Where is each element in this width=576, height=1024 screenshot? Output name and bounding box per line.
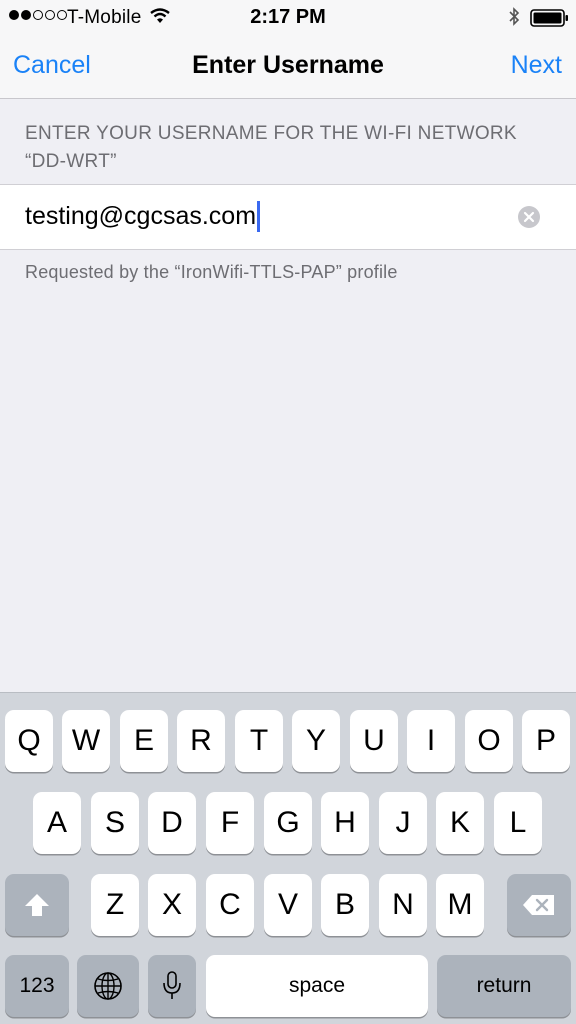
key-r[interactable]: R — [177, 710, 225, 772]
section-header: ENTER YOUR USERNAME FOR THE WI-FI NETWOR… — [25, 120, 555, 176]
clear-icon — [523, 211, 535, 223]
key-y[interactable]: Y — [292, 710, 340, 772]
battery-icon — [530, 9, 570, 32]
screen: T-Mobile 2:17 PM Cancel Enter Username N… — [0, 0, 576, 1024]
key-w[interactable]: W — [62, 710, 110, 772]
key-k[interactable]: K — [436, 792, 484, 854]
keyboard: Q W E R T Y U I O P A S D F G H J K L Z … — [0, 692, 576, 1024]
delete-key[interactable] — [507, 874, 571, 936]
key-v[interactable]: V — [264, 874, 312, 936]
globe-icon — [94, 972, 122, 1000]
key-f[interactable]: F — [206, 792, 254, 854]
status-bar: T-Mobile 2:17 PM — [0, 0, 576, 40]
key-s[interactable]: S — [91, 792, 139, 854]
key-d[interactable]: D — [148, 792, 196, 854]
key-x[interactable]: X — [148, 874, 196, 936]
key-q[interactable]: Q — [5, 710, 53, 772]
section-header-line1: ENTER YOUR USERNAME FOR THE WI-FI NETWOR… — [25, 123, 517, 144]
key-u[interactable]: U — [350, 710, 398, 772]
username-input-wrapper: testing@cgcsas.com — [25, 201, 261, 232]
clear-text-button[interactable] — [518, 206, 540, 228]
key-t[interactable]: T — [235, 710, 283, 772]
key-p[interactable]: P — [522, 710, 570, 772]
key-g[interactable]: G — [264, 792, 312, 854]
username-input-value[interactable]: testing@cgcsas.com — [25, 202, 256, 231]
key-a[interactable]: A — [33, 792, 81, 854]
key-m[interactable]: M — [436, 874, 484, 936]
key-n[interactable]: N — [379, 874, 427, 936]
microphone-icon — [163, 971, 181, 999]
next-button[interactable]: Next — [511, 51, 562, 80]
text-caret — [257, 201, 261, 232]
key-z[interactable]: Z — [91, 874, 139, 936]
key-e[interactable]: E — [120, 710, 168, 772]
page-title: Enter Username — [192, 51, 384, 79]
username-field[interactable]: testing@cgcsas.com — [0, 184, 576, 250]
globe-key[interactable] — [77, 955, 139, 1017]
key-l[interactable]: L — [494, 792, 542, 854]
key-h[interactable]: H — [321, 792, 369, 854]
key-o[interactable]: O — [465, 710, 513, 772]
profile-note: Requested by the “IronWifi-TTLS-PAP” pro… — [25, 262, 398, 282]
numbers-key[interactable]: 123 — [5, 955, 69, 1017]
delete-icon — [523, 895, 554, 915]
shift-icon — [25, 894, 49, 916]
key-c[interactable]: C — [206, 874, 254, 936]
navigation-bar: Cancel Enter Username Next — [0, 40, 576, 99]
key-b[interactable]: B — [321, 874, 369, 936]
status-time: 2:17 PM — [250, 6, 326, 28]
return-key[interactable]: return — [437, 955, 571, 1017]
shift-key[interactable] — [5, 874, 69, 936]
bluetooth-icon — [508, 6, 520, 33]
key-i[interactable]: I — [407, 710, 455, 772]
space-key[interactable]: space — [206, 955, 428, 1017]
key-j[interactable]: J — [379, 792, 427, 854]
dictation-key[interactable] — [148, 955, 196, 1017]
section-header-line2: “DD-WRT” — [25, 151, 117, 172]
